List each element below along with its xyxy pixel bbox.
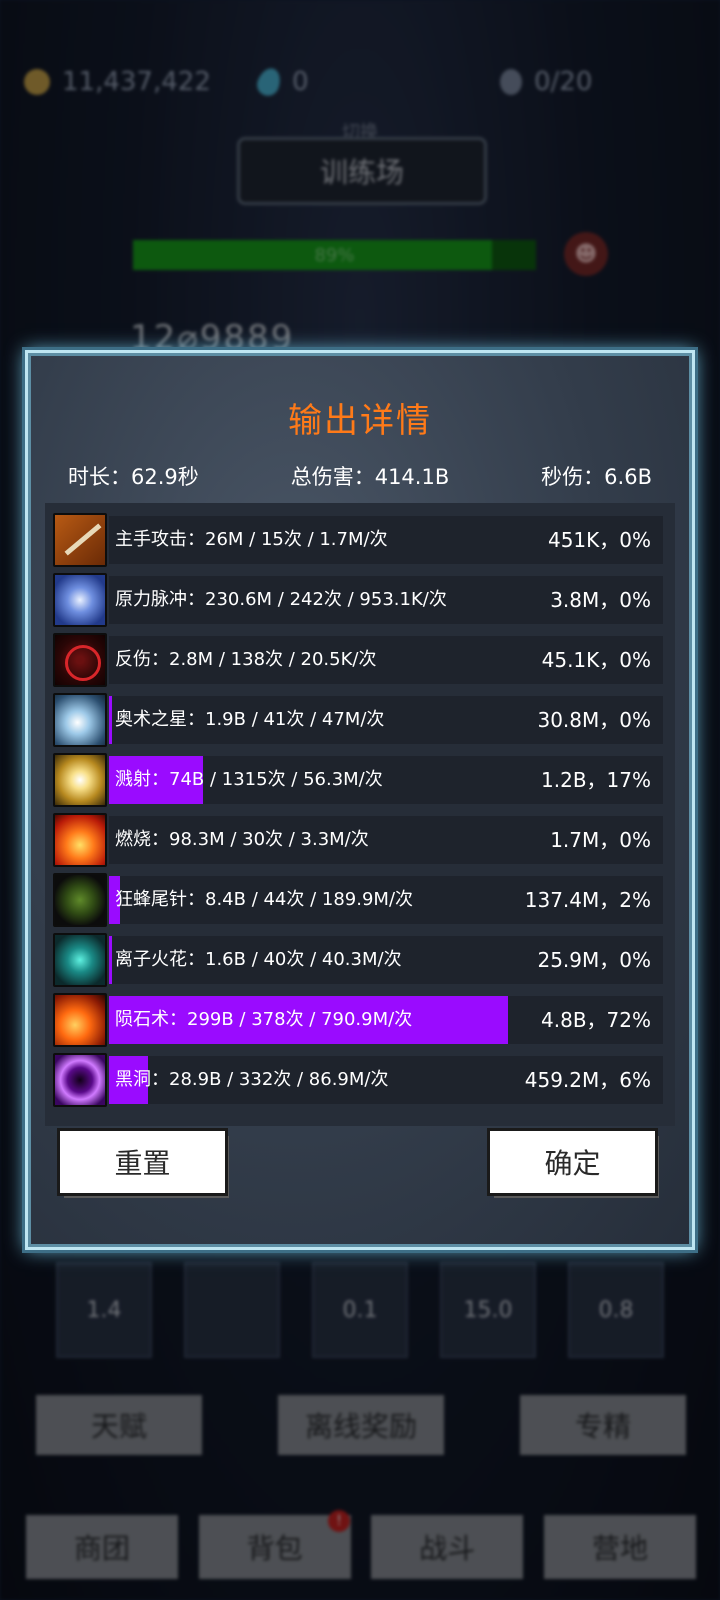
skill-dps: 459.2M，6% (524, 1068, 651, 1092)
skill-slot[interactable]: 1.4 (56, 1262, 152, 1358)
skill-dps: 30.8M，0% (537, 708, 651, 732)
skill-stats: 离子火花：1.6B / 40次 / 40.3M/次 (115, 949, 402, 970)
skill-slot[interactable]: 0.1 (312, 1262, 408, 1358)
skill-stats: 狂蜂尾针：8.4B / 44次 / 189.9M/次 (115, 889, 414, 910)
gold-display: 11,437,422 (24, 62, 211, 102)
skill-slot[interactable]: 15.0 (440, 1262, 536, 1358)
skill-bar: 1.4 0.1 15.0 0.8 (40, 1250, 680, 1370)
capacity-display: 0/20 (500, 62, 592, 102)
skill-slot[interactable]: 0.8 (568, 1262, 664, 1358)
skill-stats: 溅射：74B / 1315次 / 56.3M/次 (115, 769, 383, 790)
skill-dps: 1.2B，17% (541, 768, 651, 792)
force-pulse-icon (53, 573, 107, 627)
damage-row: 奥术之星：1.9B / 41次 / 47M/次 30.8M，0% (53, 693, 663, 747)
stage-switch-button[interactable]: 训练场 (237, 137, 487, 205)
arcane-star-icon (53, 693, 107, 747)
skill-dps: 3.8M，0% (550, 588, 651, 612)
skill-dps: 1.7M，0% (550, 828, 651, 852)
damage-bar: 主手攻击：26M / 15次 / 1.7M/次 451K，0% (109, 516, 663, 564)
damage-bar: 离子火花：1.6B / 40次 / 40.3M/次 25.9M，0% (109, 936, 663, 984)
splash-icon (53, 753, 107, 807)
skill-stats: 燃烧：98.3M / 30次 / 3.3M/次 (115, 829, 369, 850)
damage-bar-fill (109, 936, 112, 984)
nav-camp[interactable]: 营地 (543, 1515, 696, 1579)
damage-row: 陨石术：299B / 378次 / 790.9M/次 4.8B，72% (53, 993, 663, 1047)
damage-bar: 反伤：2.8M / 138次 / 20.5K/次 45.1K，0% (109, 636, 663, 684)
thorns-icon (53, 633, 107, 687)
egg-icon (500, 69, 522, 95)
damage-bar: 奥术之星：1.9B / 41次 / 47M/次 30.8M，0% (109, 696, 663, 744)
damage-bar: 燃烧：98.3M / 30次 / 3.3M/次 1.7M，0% (109, 816, 663, 864)
damage-row: 燃烧：98.3M / 30次 / 3.3M/次 1.7M，0% (53, 813, 663, 867)
reset-button[interactable]: 重置 (60, 1131, 225, 1193)
skill-stats: 黑洞：28.9B / 332次 / 86.9M/次 (115, 1069, 389, 1090)
damage-row: 黑洞：28.9B / 332次 / 86.9M/次 459.2M，6% (53, 1053, 663, 1107)
black-hole-icon (53, 1053, 107, 1107)
gem-icon (253, 65, 285, 99)
skill-dps: 137.4M，2% (524, 888, 651, 912)
damage-list[interactable]: 主手攻击：26M / 15次 / 1.7M/次 451K，0% 原力脉冲：230… (45, 503, 675, 1126)
damage-row: 狂蜂尾针：8.4B / 44次 / 189.9M/次 137.4M，2% (53, 873, 663, 927)
boss-face-icon: ☻ (564, 232, 608, 276)
total-damage-text: 总伤害：414.1B (290, 465, 450, 489)
damage-bar-fill (109, 696, 112, 744)
skill-stats: 奥术之星：1.9B / 41次 / 47M/次 (115, 709, 385, 730)
skill-stats: 原力脉冲：230.6M / 242次 / 953.1K/次 (115, 589, 447, 610)
bottom-nav: 商团 背包 战斗 营地 (26, 1515, 696, 1579)
skill-dps: 45.1K，0% (541, 648, 651, 672)
duration-text: 时长：62.9秒 (68, 465, 199, 489)
skill-stats: 反伤：2.8M / 138次 / 20.5K/次 (115, 649, 377, 670)
ion-spark-icon (53, 933, 107, 987)
damage-row: 主手攻击：26M / 15次 / 1.7M/次 451K，0% (53, 513, 663, 567)
skill-dps: 4.8B，72% (541, 1008, 651, 1032)
damage-detail-dialog: 输出详情 时长：62.9秒 总伤害：414.1B 秒伤：6.6B 主手攻击：26… (25, 350, 695, 1250)
damage-bar: 原力脉冲：230.6M / 242次 / 953.1K/次 3.8M，0% (109, 576, 663, 624)
sword-icon (53, 513, 107, 567)
mastery-button[interactable]: 专精 (520, 1395, 686, 1455)
boss-hp-text: 89% (314, 244, 355, 266)
skill-dps: 25.9M，0% (537, 948, 651, 972)
confirm-button[interactable]: 确定 (490, 1131, 655, 1193)
talent-button[interactable]: 天赋 (36, 1395, 202, 1455)
meteor-icon (53, 993, 107, 1047)
dialog-title: 输出详情 (288, 401, 432, 441)
damage-row: 离子火花：1.6B / 40次 / 40.3M/次 25.9M，0% (53, 933, 663, 987)
nav-guild[interactable]: 商团 (26, 1515, 178, 1579)
gold-coin-icon (24, 69, 50, 95)
offline-reward-button[interactable]: 离线奖励 (278, 1395, 444, 1455)
damage-summary: 时长：62.9秒 总伤害：414.1B 秒伤：6.6B (68, 461, 652, 491)
skill-slot[interactable] (184, 1262, 280, 1358)
gem-display: 0 (253, 62, 309, 102)
boss-hp-bar: 89% (133, 240, 536, 270)
skill-stats: 主手攻击：26M / 15次 / 1.7M/次 (115, 529, 388, 550)
damage-row: 原力脉冲：230.6M / 242次 / 953.1K/次 3.8M，0% (53, 573, 663, 627)
damage-bar: 溅射：74B / 1315次 / 56.3M/次 1.2B，17% (109, 756, 663, 804)
skill-dps: 451K，0% (547, 528, 651, 552)
damage-bar: 狂蜂尾针：8.4B / 44次 / 189.9M/次 137.4M，2% (109, 876, 663, 924)
gold-amount: 11,437,422 (62, 67, 211, 97)
capacity-amount: 0/20 (534, 67, 593, 97)
nav-battle[interactable]: 战斗 (371, 1515, 524, 1579)
damage-row: 反伤：2.8M / 138次 / 20.5K/次 45.1K，0% (53, 633, 663, 687)
gem-amount: 0 (292, 67, 309, 97)
feature-buttons: 天赋 离线奖励 专精 (36, 1395, 686, 1455)
damage-bar: 陨石术：299B / 378次 / 790.9M/次 4.8B，72% (109, 996, 663, 1044)
backpack-alert-badge: ! (328, 1510, 350, 1532)
wasp-stinger-icon (53, 873, 107, 927)
damage-bar: 黑洞：28.9B / 332次 / 86.9M/次 459.2M，6% (109, 1056, 663, 1104)
skill-stats: 陨石术：299B / 378次 / 790.9M/次 (115, 1009, 413, 1030)
damage-row: 溅射：74B / 1315次 / 56.3M/次 1.2B，17% (53, 753, 663, 807)
dps-text: 秒伤：6.6B (541, 465, 652, 489)
burn-icon (53, 813, 107, 867)
